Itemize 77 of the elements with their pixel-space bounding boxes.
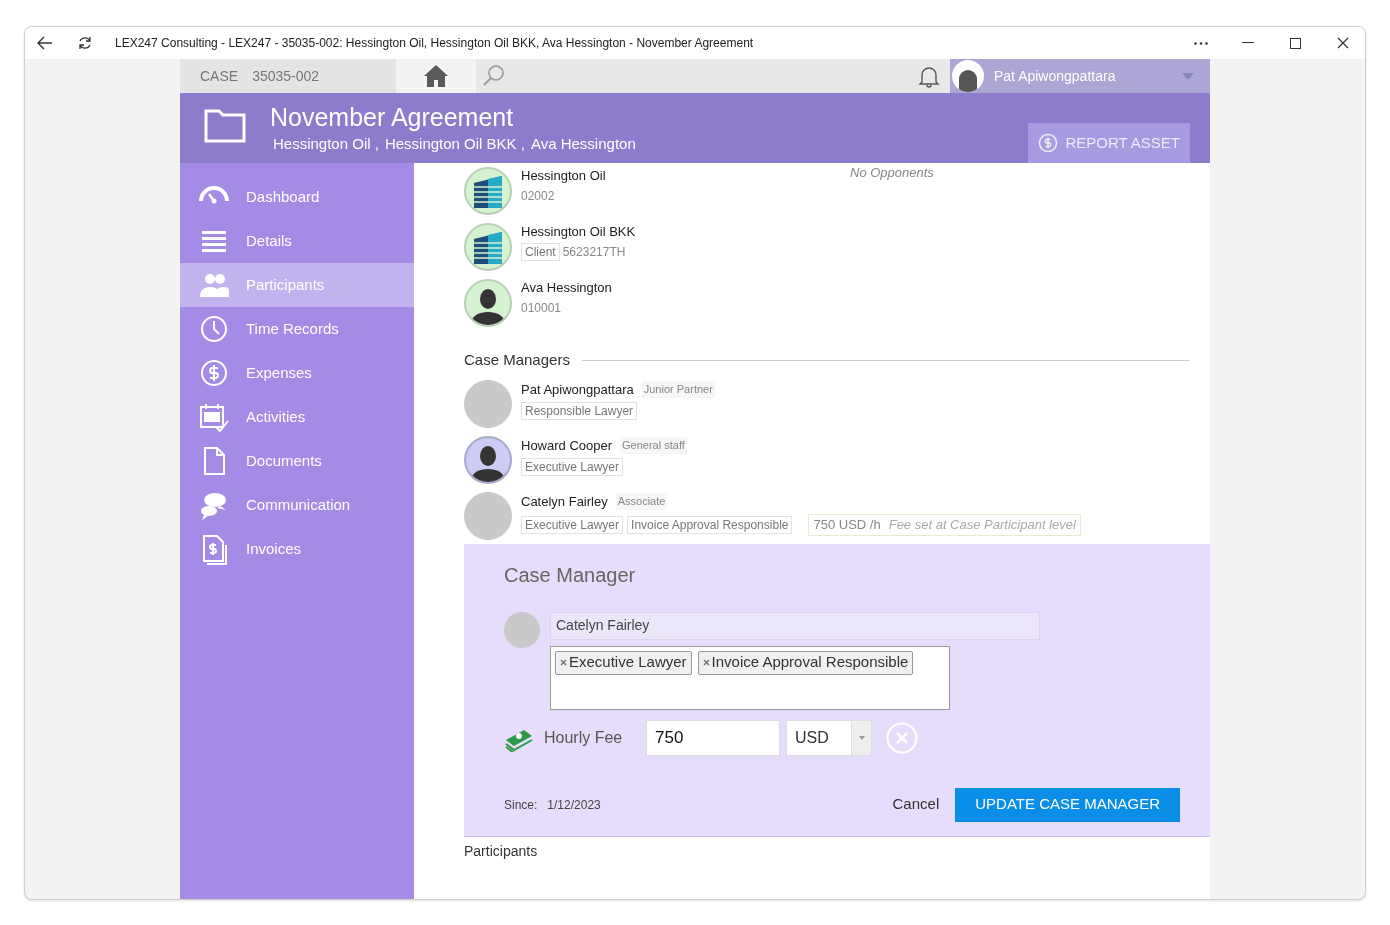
sidebar-item[interactable]: Activities [180,395,414,439]
person-silhouette-icon [464,279,512,327]
case-title: November Agreement [270,103,515,131]
bell-icon[interactable] [918,64,940,88]
manager-name: Catelyn Fairley [521,492,608,511]
fee-input[interactable]: 750 [646,719,780,756]
sidebar-item[interactable]: Communication [180,483,414,527]
back-arrow-icon[interactable] [37,36,53,50]
close-icon[interactable] [1337,37,1349,49]
user-name: Pat Apiwongpattara [994,66,1116,86]
folder-icon [204,107,246,143]
sidebar-item[interactable]: Documents [180,439,414,483]
tag: Executive Lawyer [521,515,624,534]
avatar-photo-placeholder [464,491,512,540]
maximize-icon[interactable] [1290,37,1301,49]
remove-icon[interactable] [560,659,567,666]
building-avatar-icon [464,167,512,215]
sidebar-item[interactable]: Dashboard [180,175,414,219]
since-label: Since: [504,796,538,814]
section-heading: Case Managers [464,350,570,370]
party-name: Hessington Oil [521,167,606,185]
role-chip: Executive Lawyer [555,650,692,675]
party-code: 010001 [521,300,562,317]
roles-field[interactable]: Executive Lawyer Invoice Approval Responsible [550,645,950,710]
manager-title: Junior Partner [641,381,715,398]
dollar-circle-icon [1037,133,1058,153]
remove-icon[interactable] [702,659,710,666]
person-silhouette-icon [464,435,512,484]
caret-icon [1182,72,1194,80]
currency-dropdown[interactable]: USD [786,719,872,756]
sidebar-item[interactable]: Details [180,219,414,263]
case-party: Ava Hessington [530,134,636,154]
sidebar-item[interactable]: Expenses [180,351,414,395]
home-icon[interactable] [423,64,449,88]
caret-icon [858,735,865,740]
manager-name: Howard Cooper [521,436,613,455]
tag: Responsible Lawyer [521,402,638,420]
case-party: Hessington Oil BKK , [384,134,525,154]
cancel-button[interactable]: Cancel [892,793,940,816]
since-date: 1/12/2023 [547,796,601,814]
empty-opponents-text: No Opponents [850,164,934,182]
report-asset-button[interactable]: REPORT ASSET [1027,123,1190,163]
panel-title: Case Manager [504,562,637,588]
avatar-photo-placeholder [464,379,512,428]
tag: Invoice Approval Responsible [627,515,793,534]
tag: Executive Lawyer [521,458,624,476]
user-avatar [952,60,984,92]
tag: Client [521,243,560,261]
manager-title: General staff [620,437,687,454]
role-chip: Invoice Approval Responsible [697,650,914,675]
fee-note: Fee set at Case Participant level [888,516,1076,534]
refresh-icon[interactable] [77,35,93,51]
search-icon [482,64,506,88]
manager-name: Pat Apiwongpattara [521,380,634,399]
fee-amount: 750 USD /h [813,516,881,534]
update-case-manager-button[interactable]: UPDATE CASE MANAGER [955,787,1180,822]
calendar-check-icon [198,401,232,433]
user-menu[interactable]: Pat Apiwongpattara [950,59,1210,93]
sidebar-item[interactable]: Time Records [180,307,414,351]
party-code: 02002 [521,188,555,205]
building-avatar-icon [464,223,512,271]
party-code: 5623217TH [562,244,626,261]
sidebar-item[interactable]: Participants [180,263,414,307]
sidebar-item[interactable]: Invoices [180,527,414,571]
case-label: CASE [200,66,239,86]
field-label: Hourly Fee [544,727,624,748]
party-name: Hessington Oil BKK [521,223,636,241]
name-field[interactable]: Catelyn Fairley [550,611,1040,640]
window-title: LEX247 Consulting - LEX247 - 35035-002: Hessington Oil, Hessington Oil BKK, Ava Hessington - November Agreement [115,35,754,52]
section-heading: Participants [464,841,539,861]
case-number: 35035-002 [252,66,320,86]
more-icon[interactable] [1194,41,1208,45]
minimize-icon[interactable] [1242,42,1254,44]
avatar-photo-placeholder [504,611,540,648]
manager-title: Associate [615,493,668,510]
party-name: Ava Hessington [521,279,612,297]
case-party: Hessington Oil , [273,134,379,154]
